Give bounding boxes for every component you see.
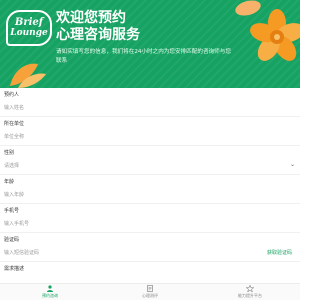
document-icon (147, 285, 153, 292)
bottom-navigation: 预约咨询 心理测评 能力提升平台 (0, 283, 300, 300)
leaf-cluster-icon (10, 63, 46, 88)
age-label: 年龄 (4, 179, 15, 185)
nav-item-development[interactable]: 能力提升平台 (200, 284, 300, 300)
phone-label: 手机号 (4, 208, 20, 214)
logo-line-2: Lounge (10, 28, 48, 38)
user-icon (47, 285, 53, 292)
age-input[interactable]: 输入年龄 (4, 191, 24, 198)
headline-line-1: 欢迎您预约 (56, 10, 126, 26)
verification-code-input[interactable]: 输入短信验证码 (4, 249, 39, 256)
star-icon (246, 285, 254, 292)
nav-label-appointment: 预约咨询 (42, 293, 58, 298)
organization-field[interactable]: 所在单位 单位全称 (0, 117, 300, 146)
name-label: 预约人 (4, 92, 20, 98)
nav-item-appointment[interactable]: 预约咨询 (0, 284, 100, 300)
brand-logo: Brief Lounge (6, 10, 52, 46)
verification-code-field[interactable]: 验证码 输入短信验证码 获取验证码 (0, 233, 300, 262)
nav-item-assessment[interactable]: 心理测评 (100, 284, 200, 300)
logo-line-1: Brief (14, 17, 44, 28)
verification-code-label: 验证码 (4, 237, 20, 243)
organization-label: 所在单位 (4, 121, 25, 127)
appointment-form: 预约人 输入姓名 所在单位 单位全称 性别 请选择 ⌄ 年龄 输入年龄 手机号 … (0, 88, 300, 291)
chevron-down-icon[interactable]: ⌄ (290, 161, 295, 168)
gender-label: 性别 (4, 150, 15, 156)
organization-input[interactable]: 单位全称 (4, 133, 24, 140)
age-field[interactable]: 年龄 输入年龄 (0, 175, 300, 204)
banner-headline: 欢迎您预约 心理咨询服务 (56, 10, 206, 44)
nav-label-development: 能力提升平台 (238, 293, 262, 298)
get-code-button[interactable]: 获取验证码 (267, 249, 292, 256)
gender-field[interactable]: 性别 请选择 ⌄ (0, 146, 300, 175)
name-field[interactable]: 预约人 输入姓名 (0, 88, 300, 117)
description-label: 需求描述 (4, 266, 25, 272)
name-input[interactable]: 输入姓名 (4, 104, 24, 111)
phone-field[interactable]: 手机号 输入手机号 (0, 204, 300, 233)
banner-subtext: 请如实填写您的信息，我们将在24小时之内为您安排匹配的咨询师与您联系 (56, 49, 231, 64)
nav-label-assessment: 心理测评 (142, 293, 158, 298)
flower-decoration-icon (250, 9, 300, 61)
phone-input[interactable]: 输入手机号 (4, 220, 29, 227)
headline-line-2: 心理咨询服务 (56, 27, 140, 43)
gender-select[interactable]: 请选择 (4, 162, 19, 169)
welcome-banner: Brief Lounge 欢迎您预约 心理咨询服务 请如实填写您的信息，我们将在… (0, 0, 300, 88)
